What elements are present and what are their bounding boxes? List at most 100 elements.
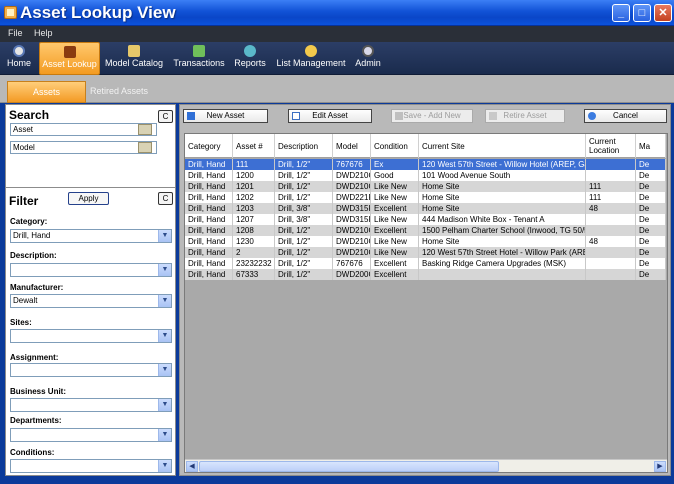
toolbar-list-management-button[interactable]: List Management: [274, 42, 348, 75]
filter-clear-button[interactable]: C: [158, 192, 173, 205]
table-cell: Drill, 1/2": [275, 181, 333, 192]
table-cell: Drill, Hand: [185, 192, 233, 203]
chevron-down-icon[interactable]: ▼: [158, 230, 171, 242]
column-header[interactable]: Ma: [636, 134, 666, 158]
menu-file[interactable]: File: [8, 28, 23, 38]
chevron-down-icon[interactable]: ▼: [158, 330, 171, 342]
binoculars-icon[interactable]: [138, 142, 152, 153]
filter-description-select[interactable]: ▼: [10, 263, 172, 277]
tab-retired-assets[interactable]: Retired Assets: [86, 81, 152, 103]
toolbar-reports-button[interactable]: Reports: [232, 42, 268, 75]
filter-category-label: Category:: [10, 217, 48, 226]
retire-asset-button[interactable]: Retire Asset: [485, 109, 565, 123]
main-toolbar: Home Asset Lookup Model Catalog Transact…: [0, 42, 674, 75]
table-cell: De: [636, 203, 666, 214]
column-header[interactable]: Asset #: [233, 134, 275, 158]
scroll-right-icon[interactable]: ▶: [654, 461, 666, 472]
column-header[interactable]: Condition: [371, 134, 419, 158]
apply-filter-button[interactable]: Apply: [68, 192, 109, 205]
table-cell: Drill, Hand: [185, 258, 233, 269]
table-cell: DWD210G: [333, 236, 371, 247]
table-row[interactable]: Drill, Hand 1207 Drill, 3/8" DWD315K Like Ne…: [185, 214, 666, 225]
table-cell: Drill, Hand: [185, 236, 233, 247]
table-cell: De: [636, 269, 666, 280]
table-cell: Drill, 1/2": [275, 225, 333, 236]
table-row[interactable]: Drill, Hand 1203 Drill, 3/8" DWD315K Excelle…: [185, 203, 666, 214]
table-cell: Like New: [371, 192, 419, 203]
model-search-input[interactable]: Model: [10, 141, 157, 154]
filter-departments-select[interactable]: ▼: [10, 428, 172, 442]
toolbar-transactions-button[interactable]: Transactions: [171, 42, 227, 75]
table-row[interactable]: Drill, Hand 1202 Drill, 1/2" DWD221R Like Ne…: [185, 192, 666, 203]
edit-asset-label: Edit Asset: [312, 111, 348, 120]
toolbar-model-catalog-button[interactable]: Model Catalog: [102, 42, 166, 75]
table-cell: Like New: [371, 181, 419, 192]
filter-assignment-select[interactable]: ▼: [10, 363, 172, 377]
table-cell: 1500 Pelham Charter School (Inwood, TG 5…: [419, 225, 586, 236]
filter-sites-select[interactable]: ▼: [10, 329, 172, 343]
filter-conditions-select[interactable]: ▼: [10, 459, 172, 473]
table-cell: Drill, 1/2": [275, 159, 333, 170]
table-cell: Like New: [371, 236, 419, 247]
cancel-button[interactable]: Cancel: [584, 109, 667, 123]
filter-business-unit-select[interactable]: ▼: [10, 398, 172, 412]
minimize-button[interactable]: _: [612, 4, 630, 22]
column-header[interactable]: Description: [275, 134, 333, 158]
cancel-label: Cancel: [613, 111, 638, 120]
filter-assignment-label: Assignment:: [10, 353, 59, 362]
table-row[interactable]: Drill, Hand 23232232 Drill, 1/2" 767676 Exce…: [185, 258, 666, 269]
new-asset-button[interactable]: New Asset: [183, 109, 268, 123]
table-cell: Drill, Hand: [185, 214, 233, 225]
table-cell: De: [636, 159, 666, 170]
chevron-down-icon[interactable]: ▼: [158, 429, 171, 441]
table-cell: 111: [233, 159, 275, 170]
table-cell: 111: [586, 192, 636, 203]
filter-category-value: Drill, Hand: [13, 231, 51, 240]
table-cell: 101 Wood Avenue South: [419, 170, 586, 181]
table-cell: [586, 225, 636, 236]
menu-help[interactable]: Help: [34, 28, 53, 38]
table-cell: DWD315K: [333, 214, 371, 225]
table-cell: 23232232: [233, 258, 275, 269]
search-clear-button[interactable]: C: [158, 110, 173, 123]
scroll-left-icon[interactable]: ◀: [186, 461, 198, 472]
table-row[interactable]: Drill, Hand 67333 Drill, 1/2" DWD200G Excell…: [185, 269, 666, 280]
save-add-new-button[interactable]: Save - Add New: [391, 109, 473, 123]
scroll-thumb[interactable]: [199, 461, 499, 472]
table-cell: Drill, 1/2": [275, 192, 333, 203]
chevron-down-icon[interactable]: ▼: [158, 295, 171, 307]
filter-category-select[interactable]: Drill, Hand ▼: [10, 229, 172, 243]
column-header[interactable]: Model: [333, 134, 371, 158]
asset-search-input[interactable]: Asset: [10, 123, 157, 136]
maximize-button[interactable]: □: [633, 4, 651, 22]
binoculars-icon[interactable]: [138, 124, 152, 135]
table-row[interactable]: Drill, Hand 1200 Drill, 1/2" DWD210G Good 101…: [185, 170, 666, 181]
chevron-down-icon[interactable]: ▼: [158, 399, 171, 411]
horizontal-scrollbar[interactable]: ◀ ▶: [185, 459, 667, 472]
table-cell: Home Site: [419, 236, 586, 247]
toolbar-home-button[interactable]: Home: [4, 42, 34, 75]
column-header[interactable]: Current Location: [586, 134, 636, 158]
filter-manufacturer-select[interactable]: Dewalt ▼: [10, 294, 172, 308]
table-cell: Good: [371, 170, 419, 181]
toolbar-admin-button[interactable]: Admin: [353, 42, 383, 75]
toolbar-asset-lookup-label: Asset Lookup: [42, 59, 97, 69]
table-cell: Drill, Hand: [185, 170, 233, 181]
tab-assets[interactable]: Assets: [7, 81, 86, 103]
table-row[interactable]: Drill, Hand 1230 Drill, 1/2" DWD210G Like Ne…: [185, 236, 666, 247]
table-cell: 1208: [233, 225, 275, 236]
table-row[interactable]: Drill, Hand 111 Drill, 1/2" 767676 Ex 120 Wes…: [185, 159, 666, 170]
column-header[interactable]: Current Site: [419, 134, 586, 158]
column-header[interactable]: Category: [185, 134, 233, 158]
edit-asset-button[interactable]: Edit Asset: [288, 109, 372, 123]
chevron-down-icon[interactable]: ▼: [158, 460, 171, 472]
close-button[interactable]: ✕: [654, 4, 672, 22]
table-row[interactable]: Drill, Hand 1201 Drill, 1/2" DWD210G Like Ne…: [185, 181, 666, 192]
table-cell: Ex: [371, 159, 419, 170]
toolbar-asset-lookup-button[interactable]: Asset Lookup: [39, 42, 100, 75]
chevron-down-icon[interactable]: ▼: [158, 364, 171, 376]
table-row[interactable]: Drill, Hand 1208 Drill, 1/2" DWD210G Excelle…: [185, 225, 666, 236]
table-cell: [419, 269, 586, 280]
table-row[interactable]: Drill, Hand 2 Drill, 1/2" DWD210G Like New 12…: [185, 247, 666, 258]
chevron-down-icon[interactable]: ▼: [158, 264, 171, 276]
